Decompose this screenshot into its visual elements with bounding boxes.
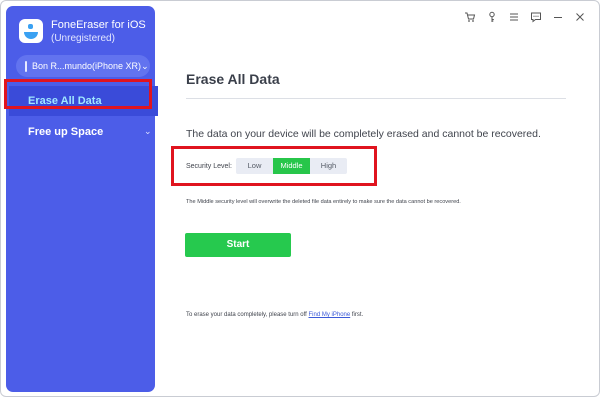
sidebar-item-free-up-space[interactable]: Free up Space: [28, 126, 103, 138]
feedback-icon[interactable]: [529, 10, 543, 24]
menu-icon[interactable]: [507, 10, 521, 24]
device-selector[interactable]: Bon R...mundo(iPhone XR) ⌄: [16, 55, 150, 77]
key-icon[interactable]: [485, 10, 499, 24]
footer-note-prefix: To erase your data completely, please tu…: [186, 312, 309, 318]
page-title: Erase All Data: [186, 71, 280, 87]
footer-note: To erase your data completely, please tu…: [186, 312, 363, 318]
highlight-box-erase-all-data: [4, 79, 152, 109]
chevron-down-icon: ⌄: [144, 126, 152, 136]
highlight-box-security-level: [171, 146, 377, 186]
divider: [186, 98, 566, 99]
erase-warning-text: The data on your device will be complete…: [186, 128, 541, 140]
find-my-iphone-link[interactable]: Find My iPhone: [309, 312, 351, 318]
start-button[interactable]: Start: [185, 233, 291, 257]
phone-icon: [25, 60, 27, 72]
chevron-down-icon: ⌄: [141, 60, 149, 71]
app-logo-icon: [19, 19, 43, 43]
titlebar-controls: [463, 10, 587, 24]
security-level-description: The Middle security level will overwrite…: [186, 199, 461, 205]
sidebar: FoneEraser for iOS (Unregistered) Bon R.…: [6, 6, 158, 392]
minimize-icon[interactable]: [551, 10, 565, 24]
app-window: FoneEraser for iOS (Unregistered) Bon R.…: [0, 0, 600, 397]
device-name: Bon R...mundo(iPhone XR): [32, 61, 142, 71]
app-name: FoneEraser for iOS: [51, 19, 146, 31]
registration-status: (Unregistered): [51, 33, 115, 44]
footer-note-suffix: first.: [350, 312, 364, 318]
close-icon[interactable]: [573, 10, 587, 24]
cart-icon[interactable]: [463, 10, 477, 24]
